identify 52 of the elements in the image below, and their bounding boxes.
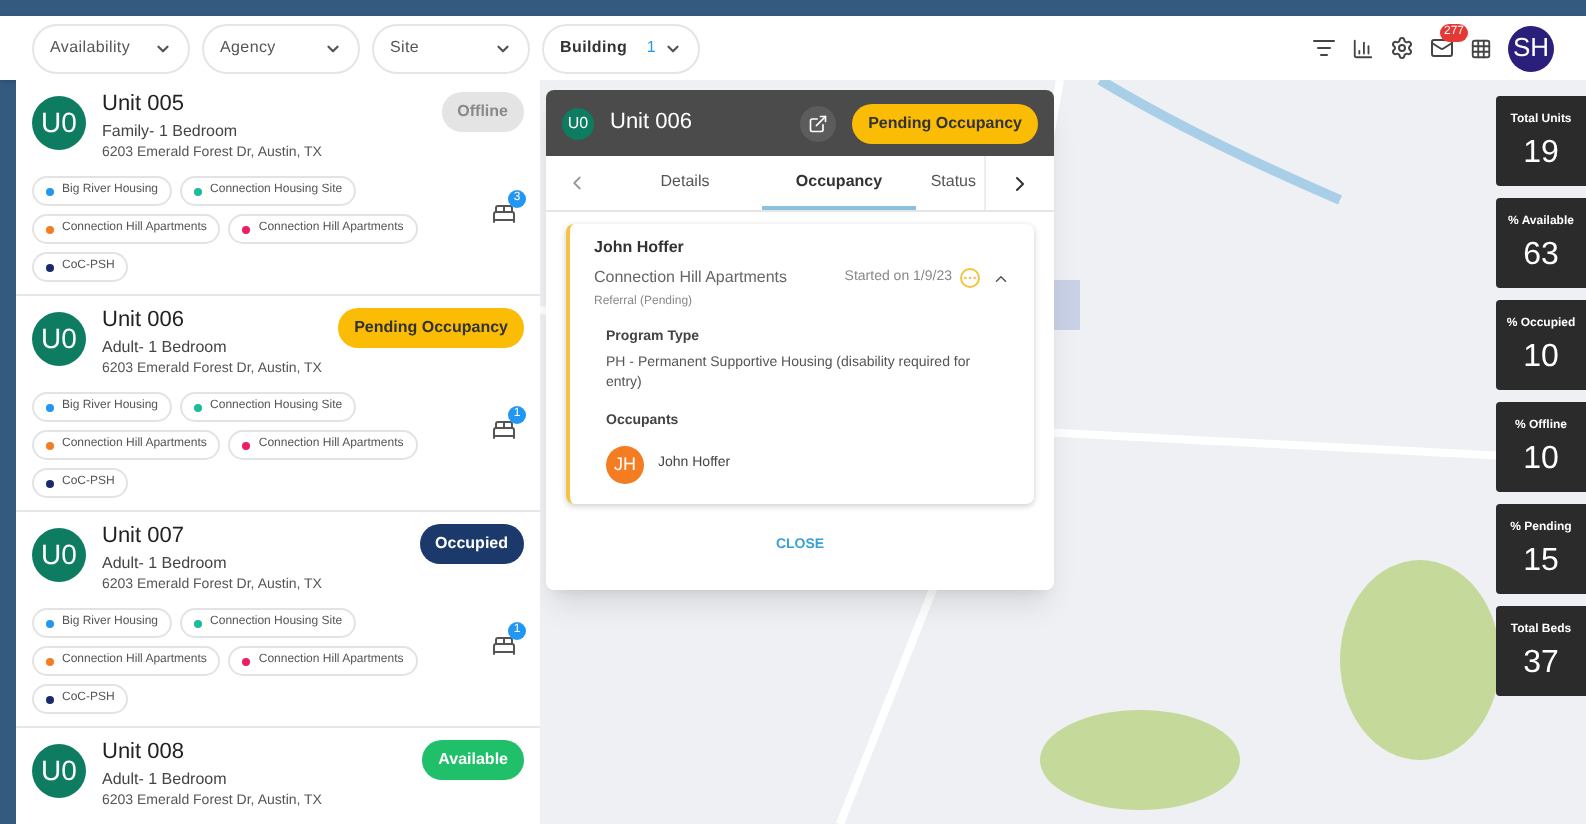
stat-value: 10 <box>1523 444 1559 476</box>
occupant-avatar: JH <box>606 446 644 484</box>
unit-avatar: U0 <box>562 107 594 139</box>
stat-value: 10 <box>1523 342 1559 374</box>
open-external-button[interactable] <box>800 105 837 141</box>
bed-icon <box>492 634 516 658</box>
filter-count: 1 <box>646 36 656 60</box>
unit-avatar: U0 <box>32 528 86 582</box>
unit-name: Unit 007 <box>102 524 186 550</box>
filter-dropdown[interactable]: Building 1 <box>542 23 700 73</box>
filter-label: Building <box>560 36 628 60</box>
referral-name: John Hoffer <box>594 236 686 260</box>
filter-dropdown[interactable]: Agency <box>202 23 360 73</box>
filter-dropdown[interactable]: Availability <box>32 23 190 73</box>
external-link-icon <box>808 113 829 133</box>
unit-type: Adult- 1 Bedroom <box>102 336 229 358</box>
settings-icon[interactable] <box>1390 36 1414 60</box>
status-badge: Offline <box>441 92 524 132</box>
pending-status-icon <box>960 268 980 288</box>
status-badge: Pending Occupancy <box>338 308 524 348</box>
unit-avatar: U0 <box>32 744 86 798</box>
bed-icon <box>492 418 516 442</box>
popup-tab[interactable]: Details <box>608 156 762 210</box>
user-avatar[interactable]: SH <box>1508 25 1554 71</box>
filter-label: Site <box>390 36 420 60</box>
unit-name: Unit 006 <box>102 308 186 334</box>
filter-icon[interactable] <box>1312 36 1336 60</box>
apps-icon[interactable] <box>1470 37 1492 59</box>
unit-avatar: U0 <box>32 312 86 366</box>
filter-dropdown[interactable]: Site <box>372 23 530 73</box>
stat-value: 37 <box>1523 648 1559 680</box>
unit-avatar: U0 <box>32 96 86 150</box>
popup-tab[interactable]: Status <box>916 156 984 210</box>
unit-name: Unit 008 <box>102 740 186 766</box>
unit-name: Unit 005 <box>102 92 186 118</box>
filter-label: Availability <box>50 36 131 60</box>
status-badge: Available <box>422 740 524 780</box>
unit-type: Adult- 1 Bedroom <box>102 768 229 790</box>
unit-type: Family- 1 Bedroom <box>102 120 240 142</box>
status-badge: Occupied <box>419 524 524 564</box>
filter-label: Agency <box>220 36 276 60</box>
chart-icon[interactable] <box>1352 37 1374 59</box>
bed-icon <box>492 202 516 226</box>
stat-value: 63 <box>1523 240 1559 272</box>
status-badge: Pending Occupancy <box>852 103 1038 143</box>
stat-value: 15 <box>1523 546 1559 578</box>
mail-icon[interactable] <box>1430 36 1454 60</box>
popup-title: Unit 006 <box>610 108 694 139</box>
referral-site: Connection Hill Apartments <box>594 266 789 290</box>
unit-type: Adult- 1 Bedroom <box>102 552 229 574</box>
popup-tab[interactable]: Occupancy <box>762 156 916 210</box>
stat-value: 19 <box>1523 138 1559 170</box>
